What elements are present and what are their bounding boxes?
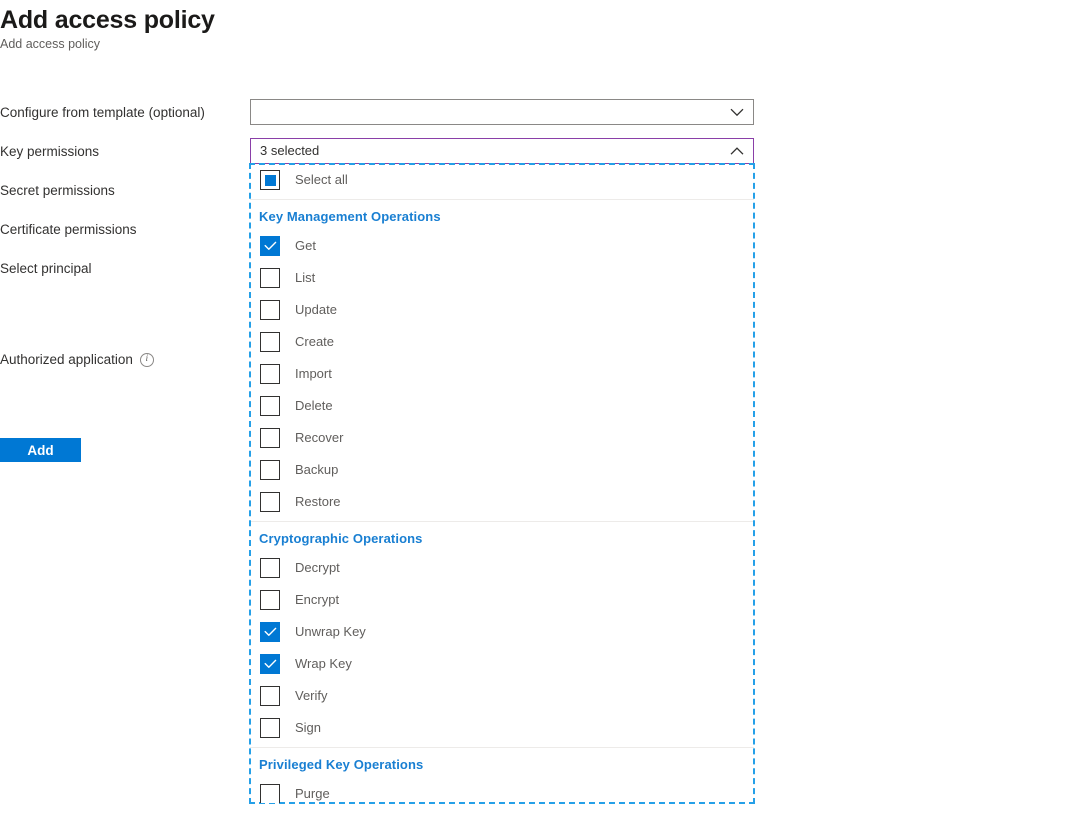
option-label: Import xyxy=(295,365,332,383)
option-label: List xyxy=(295,269,315,287)
option-label: Purge xyxy=(295,785,330,803)
checkbox-unchecked-icon[interactable] xyxy=(260,590,280,610)
option-row[interactable]: Verify xyxy=(250,680,754,712)
divider xyxy=(250,521,754,522)
option-label: Backup xyxy=(295,461,338,479)
checkbox-unchecked-icon[interactable] xyxy=(260,492,280,512)
option-row[interactable]: Wrap Key xyxy=(250,648,754,680)
checkbox-unchecked-icon[interactable] xyxy=(260,686,280,706)
dropdown-group-header: Privileged Key Operations xyxy=(250,750,754,778)
checkbox-unchecked-icon[interactable] xyxy=(260,460,280,480)
label-certificate-permissions: Certificate permissions xyxy=(0,221,137,239)
add-access-policy-page: Add access policy Add access policy Conf… xyxy=(0,0,1088,830)
chevron-up-icon xyxy=(725,139,749,163)
option-row[interactable]: Create xyxy=(250,326,754,358)
checkbox-unchecked-icon[interactable] xyxy=(260,428,280,448)
label-key-permissions: Key permissions xyxy=(0,143,99,161)
divider xyxy=(250,747,754,748)
key-permissions-select[interactable]: 3 selected xyxy=(250,138,754,164)
checkbox-unchecked-icon[interactable] xyxy=(260,558,280,578)
checkbox-checked-icon[interactable] xyxy=(260,654,280,674)
authorized-application-text: Authorized application xyxy=(0,351,133,369)
option-label: Create xyxy=(295,333,334,351)
dropdown-group-header: Cryptographic Operations xyxy=(250,524,754,552)
option-row[interactable]: Update xyxy=(250,294,754,326)
label-configure-from-template: Configure from template (optional) xyxy=(0,104,205,122)
option-label: Select all xyxy=(295,171,348,189)
checkbox-checked-icon[interactable] xyxy=(260,236,280,256)
checkbox-unchecked-icon[interactable] xyxy=(260,268,280,288)
option-row[interactable]: List xyxy=(250,262,754,294)
option-row[interactable]: Delete xyxy=(250,390,754,422)
option-label: Sign xyxy=(295,719,321,737)
option-row[interactable]: Unwrap Key xyxy=(250,616,754,648)
dropdown-groups: Key Management Operations Get List Update Cr… xyxy=(250,202,754,803)
option-label: Get xyxy=(295,237,316,255)
checkbox-unchecked-icon[interactable] xyxy=(260,718,280,738)
key-permissions-select-value: 3 selected xyxy=(260,142,725,160)
option-row[interactable]: Recover xyxy=(250,422,754,454)
option-label: Recover xyxy=(295,429,343,447)
option-label: Verify xyxy=(295,687,328,705)
checkbox-unchecked-icon[interactable] xyxy=(260,300,280,320)
option-label: Update xyxy=(295,301,337,319)
label-select-principal: Select principal xyxy=(0,260,92,278)
checkbox-unchecked-icon[interactable] xyxy=(260,332,280,352)
option-row[interactable]: Purge xyxy=(250,778,754,803)
info-icon[interactable]: i xyxy=(140,353,154,367)
option-row[interactable]: Decrypt xyxy=(250,552,754,584)
option-row[interactable]: Get xyxy=(250,230,754,262)
page-subtitle: Add access policy xyxy=(0,36,100,52)
add-button[interactable]: Add xyxy=(0,438,81,462)
key-permissions-dropdown-panel[interactable]: Select all Key Management Operations Get L… xyxy=(250,164,754,803)
checkbox-checked-icon[interactable] xyxy=(260,622,280,642)
configure-from-template-select[interactable] xyxy=(250,99,754,125)
chevron-down-icon xyxy=(725,100,749,124)
option-row[interactable]: Backup xyxy=(250,454,754,486)
option-label: Unwrap Key xyxy=(295,623,366,641)
label-authorized-application: Authorized application i xyxy=(0,351,154,369)
option-label: Delete xyxy=(295,397,333,415)
option-row[interactable]: Sign xyxy=(250,712,754,744)
option-row-select-all[interactable]: Select all xyxy=(250,164,754,196)
checkbox-indeterminate-icon[interactable] xyxy=(260,170,280,190)
option-label: Wrap Key xyxy=(295,655,352,673)
option-row[interactable]: Restore xyxy=(250,486,754,518)
checkbox-unchecked-icon[interactable] xyxy=(260,364,280,384)
divider xyxy=(250,199,754,200)
checkbox-unchecked-icon[interactable] xyxy=(260,396,280,416)
dropdown-group-header: Key Management Operations xyxy=(250,202,754,230)
option-label: Encrypt xyxy=(295,591,339,609)
checkbox-unchecked-icon[interactable] xyxy=(260,784,280,803)
option-row[interactable]: Encrypt xyxy=(250,584,754,616)
option-label: Decrypt xyxy=(295,559,340,577)
option-label: Restore xyxy=(295,493,341,511)
option-row[interactable]: Import xyxy=(250,358,754,390)
label-secret-permissions: Secret permissions xyxy=(0,182,115,200)
page-title: Add access policy xyxy=(0,4,215,36)
